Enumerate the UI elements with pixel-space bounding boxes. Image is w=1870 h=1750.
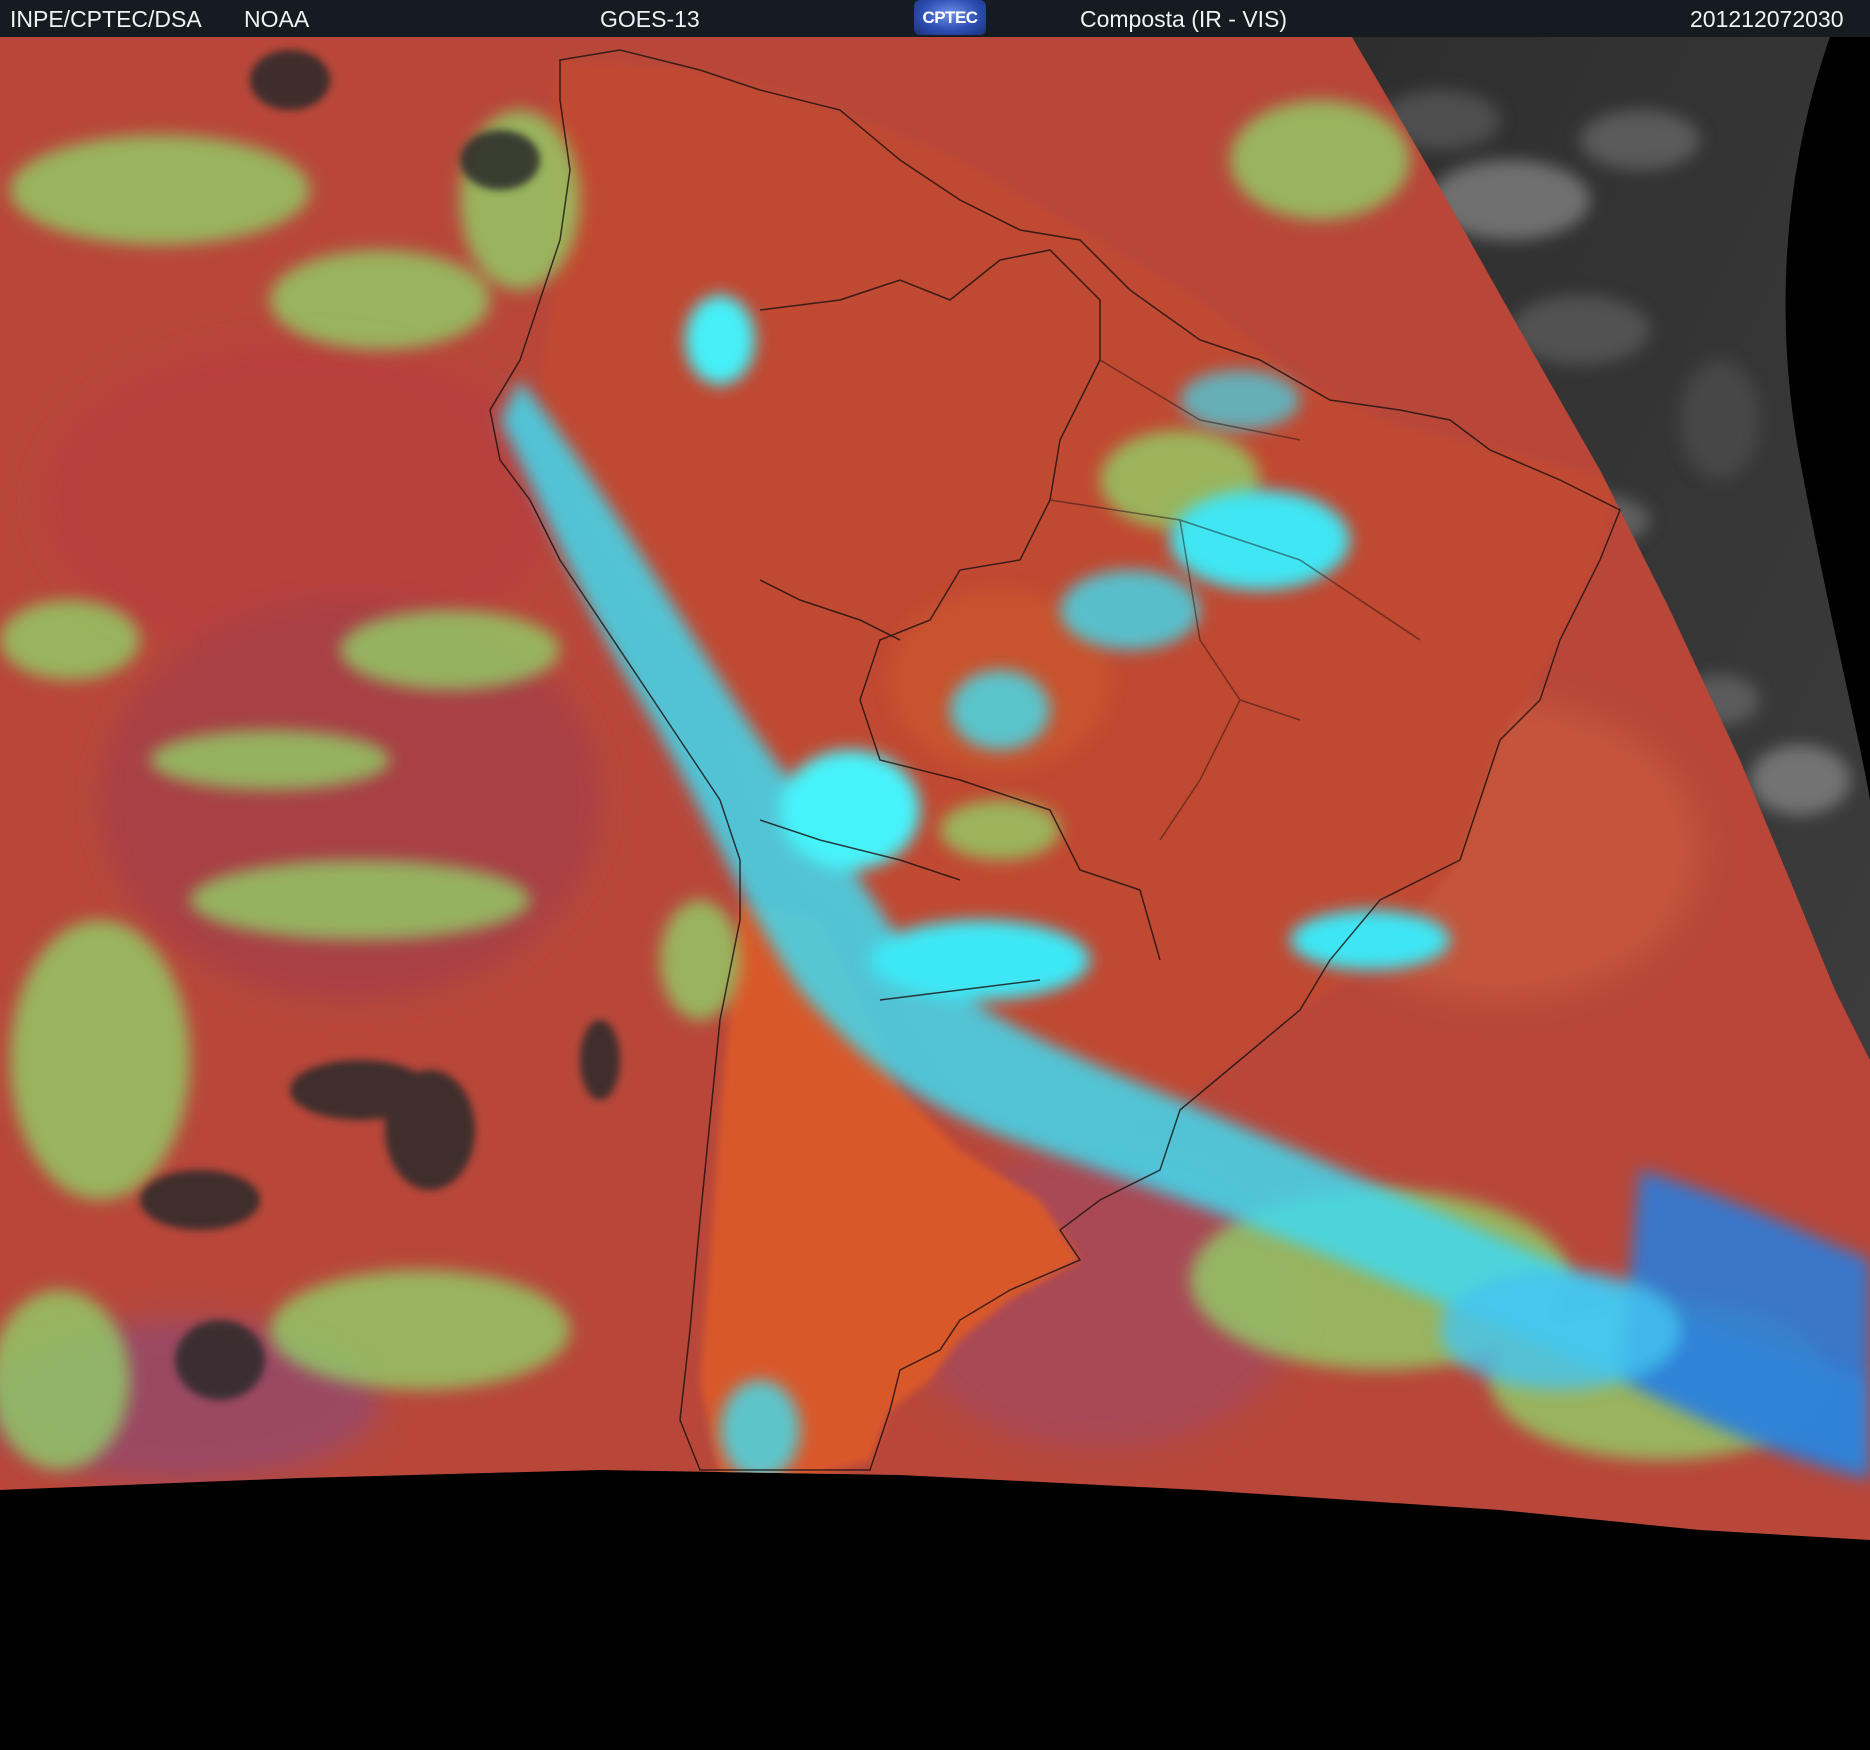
satellite-label: GOES-13 (600, 6, 700, 32)
cptec-logo-text: CPTEC (922, 8, 978, 27)
satellite-composite-map (0, 37, 1870, 1750)
image-header: INPE/CPTEC/DSA NOAA GOES-13 CPTEC Compos… (0, 0, 1870, 37)
timestamp-label: 201212072030 (1690, 6, 1844, 32)
source-label: INPE/CPTEC/DSA (10, 6, 202, 32)
agency-label: NOAA (244, 6, 310, 32)
product-label: Composta (IR - VIS) (1080, 6, 1288, 32)
cptec-logo: CPTEC (914, 0, 986, 35)
